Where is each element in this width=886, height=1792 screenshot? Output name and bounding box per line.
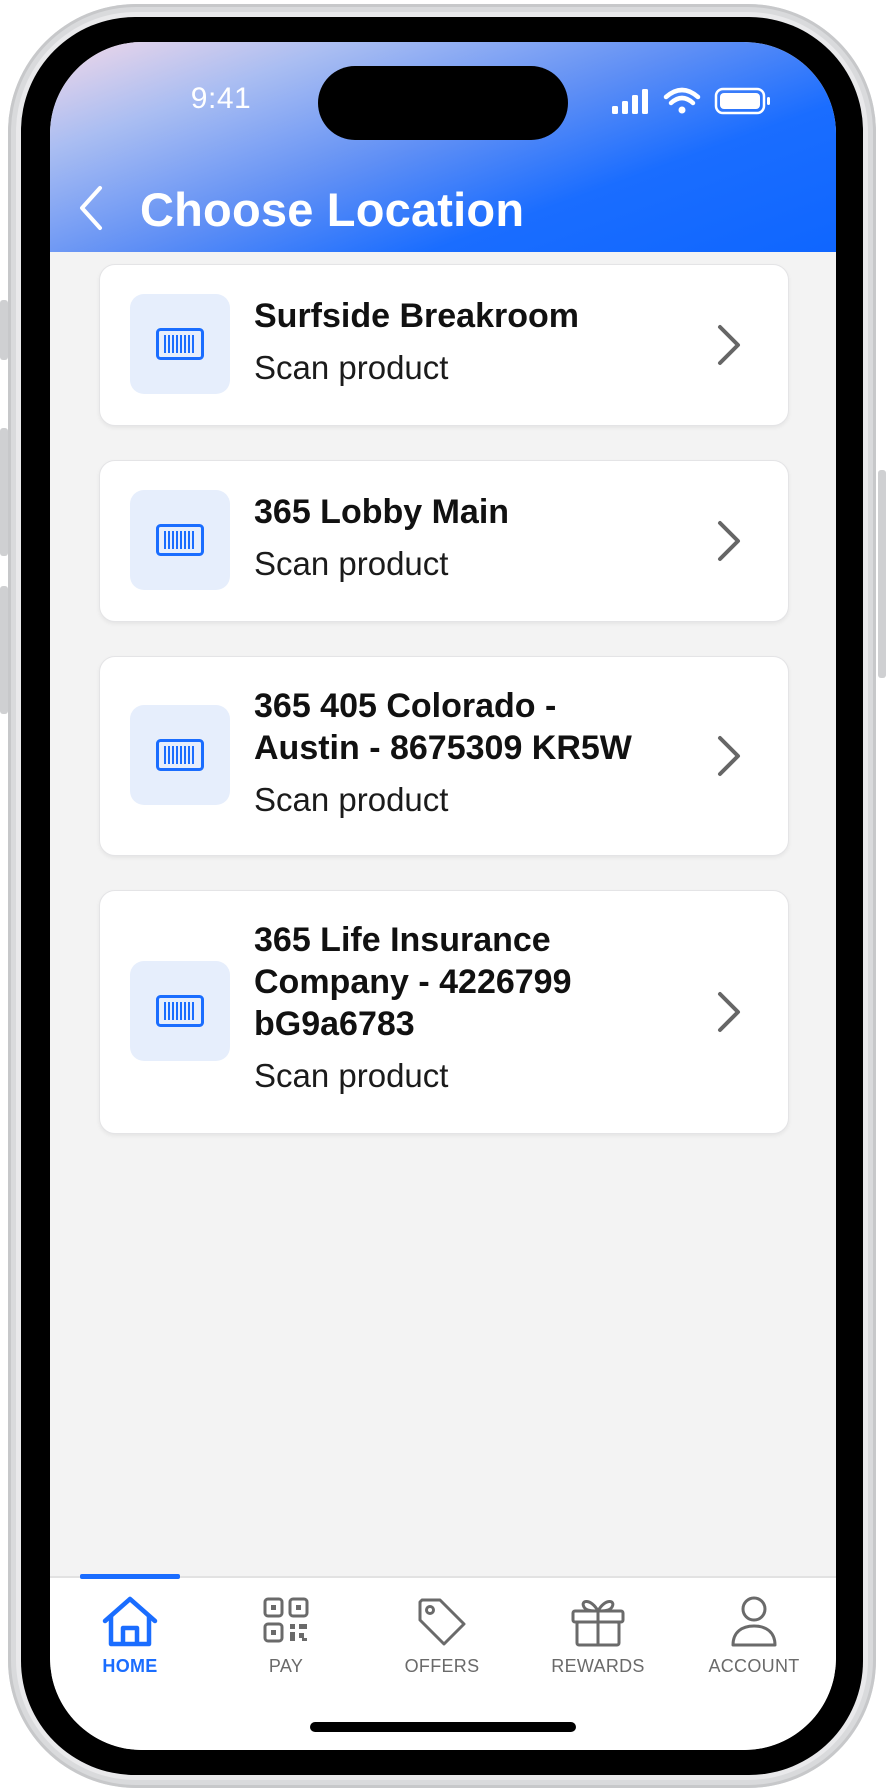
back-button[interactable] (70, 178, 118, 238)
power-button (878, 470, 886, 678)
location-action: Scan product (254, 349, 449, 386)
app-screen: 9:41 Choose Location Surfside Breakroom … (50, 42, 836, 1750)
location-card-365-life-insurance[interactable]: 365 Life Insurance Company - 4226799 bG9… (99, 890, 789, 1134)
location-action: Scan product (254, 545, 449, 582)
card-text: 365 Life Insurance Company - 4226799 bG9… (254, 919, 674, 1097)
home-indicator[interactable] (310, 1722, 576, 1732)
barcode-icon (156, 739, 204, 771)
chevron-right-icon (718, 736, 740, 776)
location-card-365-lobby-main[interactable]: 365 Lobby Main Scan product (99, 460, 789, 622)
dynamic-island (318, 66, 568, 140)
card-text: Surfside Breakroom Scan product (254, 295, 674, 389)
cellular-signal-icon (612, 89, 648, 114)
gift-icon (571, 1600, 625, 1647)
status-time: 9:41 (190, 82, 252, 115)
person-icon (731, 1596, 777, 1647)
wifi-icon (663, 87, 701, 114)
tab-label: OFFERS (404, 1656, 480, 1676)
location-name: 365 Life Insurance Company - 4226799 bG9… (254, 921, 572, 1043)
location-card-365-405-colorado[interactable]: 365 405 Colorado - Austin - 8675309 KR5W… (99, 656, 789, 856)
home-icon (102, 1596, 158, 1647)
page-title: Choose Location (140, 183, 525, 236)
location-name: 365 405 Colorado - Austin - 8675309 KR5W (254, 687, 632, 767)
tab-label: REWARDS (551, 1656, 645, 1676)
card-text: 365 405 Colorado - Austin - 8675309 KR5W… (254, 685, 674, 821)
barcode-icon (156, 524, 204, 556)
tab-rewards[interactable]: REWARDS (520, 1590, 676, 1690)
tab-account[interactable]: ACCOUNT (676, 1590, 832, 1690)
tab-offers[interactable]: OFFERS (364, 1590, 520, 1690)
tab-label: HOME (102, 1656, 158, 1676)
volume-down-button (0, 586, 8, 714)
qr-code-icon (263, 1597, 309, 1643)
location-name: Surfside Breakroom (254, 297, 579, 335)
chevron-left-icon (80, 186, 102, 230)
active-tab-indicator (80, 1574, 180, 1579)
location-action: Scan product (254, 781, 449, 818)
mute-switch (0, 300, 8, 360)
volume-up-button (0, 428, 8, 556)
barcode-icon (156, 328, 204, 360)
status-icons (612, 87, 770, 115)
barcode-tile (130, 490, 230, 590)
chevron-right-icon (718, 521, 740, 561)
card-text: 365 Lobby Main Scan product (254, 491, 674, 585)
chevron-right-icon (718, 325, 740, 365)
app-header: 9:41 Choose Location (50, 42, 836, 252)
tab-label: PAY (268, 1656, 304, 1676)
tab-home[interactable]: HOME (52, 1590, 208, 1690)
barcode-tile (130, 294, 230, 394)
chevron-right-icon (718, 992, 740, 1032)
location-name: 365 Lobby Main (254, 493, 510, 531)
location-action: Scan product (254, 1057, 449, 1094)
barcode-tile (130, 961, 230, 1061)
tab-pay[interactable]: PAY (208, 1590, 364, 1690)
tag-icon (418, 1598, 466, 1646)
tab-label: ACCOUNT (708, 1656, 800, 1676)
battery-icon (714, 87, 770, 115)
barcode-icon (156, 995, 204, 1027)
location-card-surfside-breakroom[interactable]: Surfside Breakroom Scan product (99, 264, 789, 426)
barcode-tile (130, 705, 230, 805)
